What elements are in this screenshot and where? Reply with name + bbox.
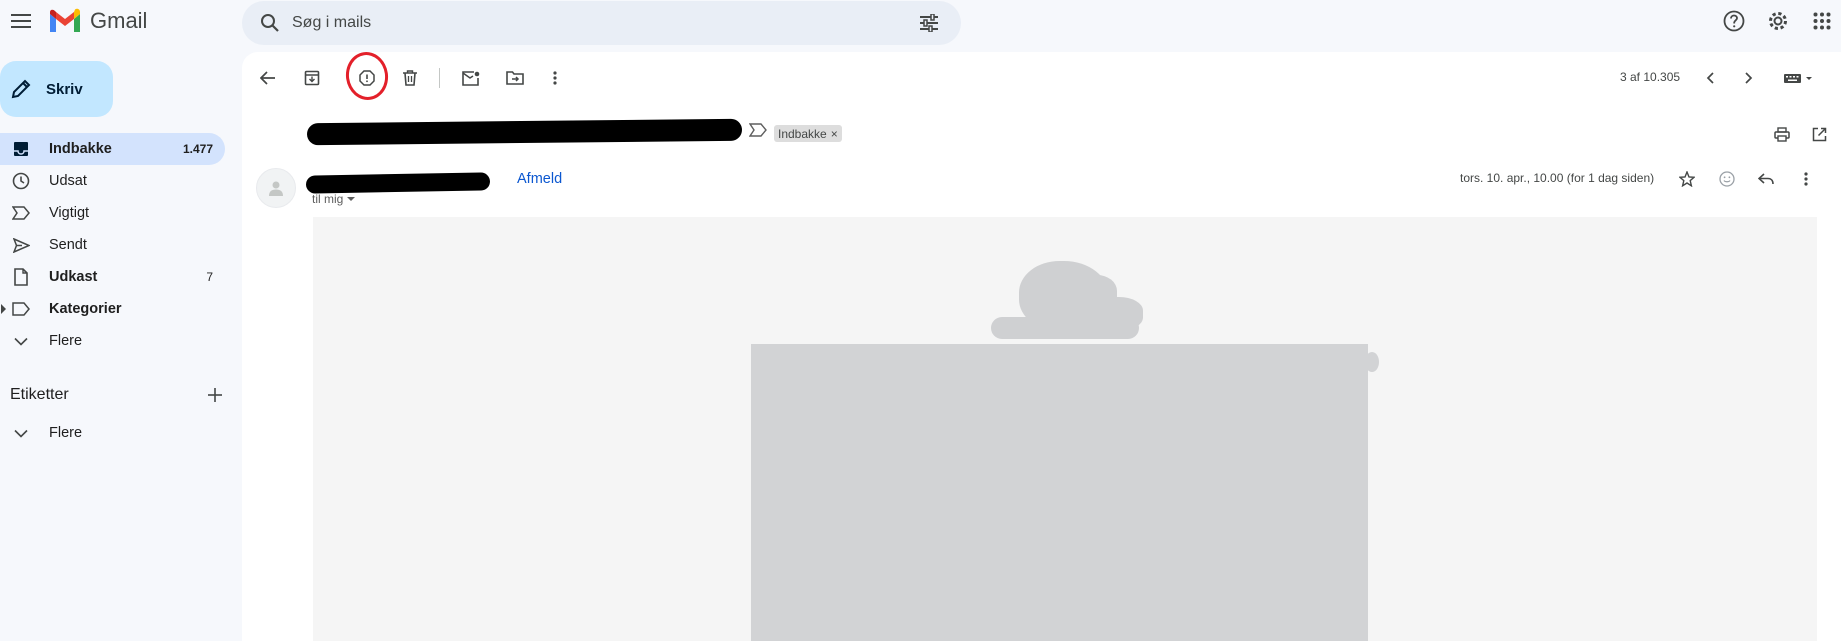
- search-input[interactable]: Søg i mails: [292, 14, 909, 32]
- redacted-sender: [305, 172, 491, 194]
- input-tools-icon[interactable]: [1778, 64, 1818, 92]
- emoji-reaction-icon[interactable]: [1713, 165, 1741, 193]
- settings-gear-icon[interactable]: [1763, 6, 1793, 36]
- sidebar-nav: Indbakke 1.477 Udsat Vigtigt Sendt Udkas…: [0, 133, 225, 357]
- recipient-label: til mig: [312, 192, 344, 206]
- message-date: tors. 10. apr., 10.00 (for 1 dag siden): [1460, 171, 1655, 185]
- email-image-placeholder: [751, 344, 1368, 641]
- main-menu-icon[interactable]: [8, 8, 34, 34]
- important-icon: [10, 202, 32, 224]
- labels-more-item[interactable]: Flere: [0, 417, 225, 449]
- expand-caret-icon[interactable]: [1, 304, 6, 314]
- sidebar-item-categories[interactable]: Kategorier: [0, 293, 225, 325]
- draft-count: 7: [206, 270, 213, 284]
- redacted-logo-blob: [991, 317, 1139, 339]
- gmail-logo[interactable]: Gmail: [48, 6, 147, 36]
- back-arrow-icon[interactable]: [254, 64, 282, 92]
- search-bar[interactable]: Søg i mails: [242, 1, 961, 45]
- more-vert-icon[interactable]: [541, 64, 569, 92]
- chevron-down-icon: [10, 422, 32, 444]
- toolbar-divider: [439, 68, 440, 88]
- apps-grid-icon[interactable]: [1807, 6, 1837, 36]
- sidebar-item-label: Flere: [49, 333, 83, 349]
- compose-button[interactable]: Skriv: [0, 61, 113, 117]
- compose-label: Skriv: [46, 80, 83, 98]
- top-bar: Gmail Søg i mails: [0, 0, 1841, 45]
- delete-icon[interactable]: [396, 64, 424, 92]
- label-icon: [10, 298, 32, 320]
- person-icon: [269, 181, 283, 196]
- recipient-details-toggle[interactable]: til mig: [312, 192, 356, 206]
- send-icon: [10, 234, 32, 256]
- mark-unread-icon[interactable]: [457, 64, 485, 92]
- chevron-down-icon: [10, 330, 32, 352]
- help-icon[interactable]: [1719, 6, 1749, 36]
- reply-icon[interactable]: [1752, 165, 1780, 193]
- labels-title: Etiketter: [10, 386, 69, 403]
- sidebar-item-label: Vigtigt: [49, 205, 90, 221]
- unsubscribe-link[interactable]: Afmeld: [517, 171, 562, 187]
- pager-text: 3 af 10.305: [1620, 70, 1681, 84]
- top-right-actions: [1719, 6, 1841, 36]
- print-icon[interactable]: [1768, 120, 1796, 148]
- search-icon[interactable]: [250, 3, 290, 43]
- search-options-icon[interactable]: [909, 3, 949, 43]
- sidebar-item-sent[interactable]: Sendt: [0, 229, 225, 261]
- sidebar-item-label: Sendt: [49, 237, 87, 253]
- sidebar-item-inbox[interactable]: Indbakke 1.477: [0, 133, 225, 165]
- image-edge-artifact: [1365, 352, 1379, 372]
- label-chip-text: Indbakke: [778, 126, 827, 141]
- labels-more-label: Flere: [49, 425, 83, 441]
- next-chevron-icon[interactable]: [1735, 64, 1763, 92]
- sidebar-item-label: Udsat: [49, 173, 87, 189]
- sidebar-item-label: Udkast: [49, 269, 98, 285]
- add-label-icon[interactable]: [208, 388, 222, 402]
- star-icon[interactable]: [1673, 165, 1701, 193]
- sender-avatar: [256, 168, 296, 208]
- open-in-new-window-icon[interactable]: [1805, 120, 1833, 148]
- sidebar-item-more[interactable]: Flere: [0, 325, 225, 357]
- message-more-vert-icon[interactable]: [1792, 165, 1820, 193]
- labels-header: Etiketter: [10, 385, 222, 405]
- archive-icon[interactable]: [298, 64, 326, 92]
- sidebar-item-snoozed[interactable]: Udsat: [0, 165, 225, 197]
- unread-count: 1.477: [182, 142, 213, 156]
- email-body: [313, 217, 1817, 641]
- app-name: Gmail: [90, 8, 148, 33]
- remove-label-icon[interactable]: ×: [831, 127, 838, 141]
- redacted-subject: [306, 118, 743, 146]
- pencil-icon: [11, 79, 31, 99]
- draft-icon: [10, 266, 32, 288]
- label-chip-inbox[interactable]: Indbakke ×: [774, 125, 842, 142]
- inbox-icon: [10, 138, 32, 160]
- labels-list: Flere: [0, 417, 225, 449]
- sidebar-item-important[interactable]: Vigtigt: [0, 197, 225, 229]
- sidebar-item-label: Indbakke: [49, 141, 112, 157]
- move-to-folder-icon[interactable]: [501, 64, 529, 92]
- dropdown-arrow-icon: [347, 197, 356, 201]
- importance-marker-icon[interactable]: [748, 123, 769, 141]
- sidebar-item-drafts[interactable]: Udkast 7: [0, 261, 225, 293]
- sidebar-item-label: Kategorier: [49, 301, 122, 317]
- prev-chevron-icon[interactable]: [1696, 64, 1724, 92]
- report-spam-icon[interactable]: [353, 64, 381, 92]
- message-view: 3 af 10.305 Indbakke × Afmeld til mig to…: [242, 52, 1841, 641]
- gmail-m-icon: [50, 8, 80, 32]
- clock-icon: [10, 170, 32, 192]
